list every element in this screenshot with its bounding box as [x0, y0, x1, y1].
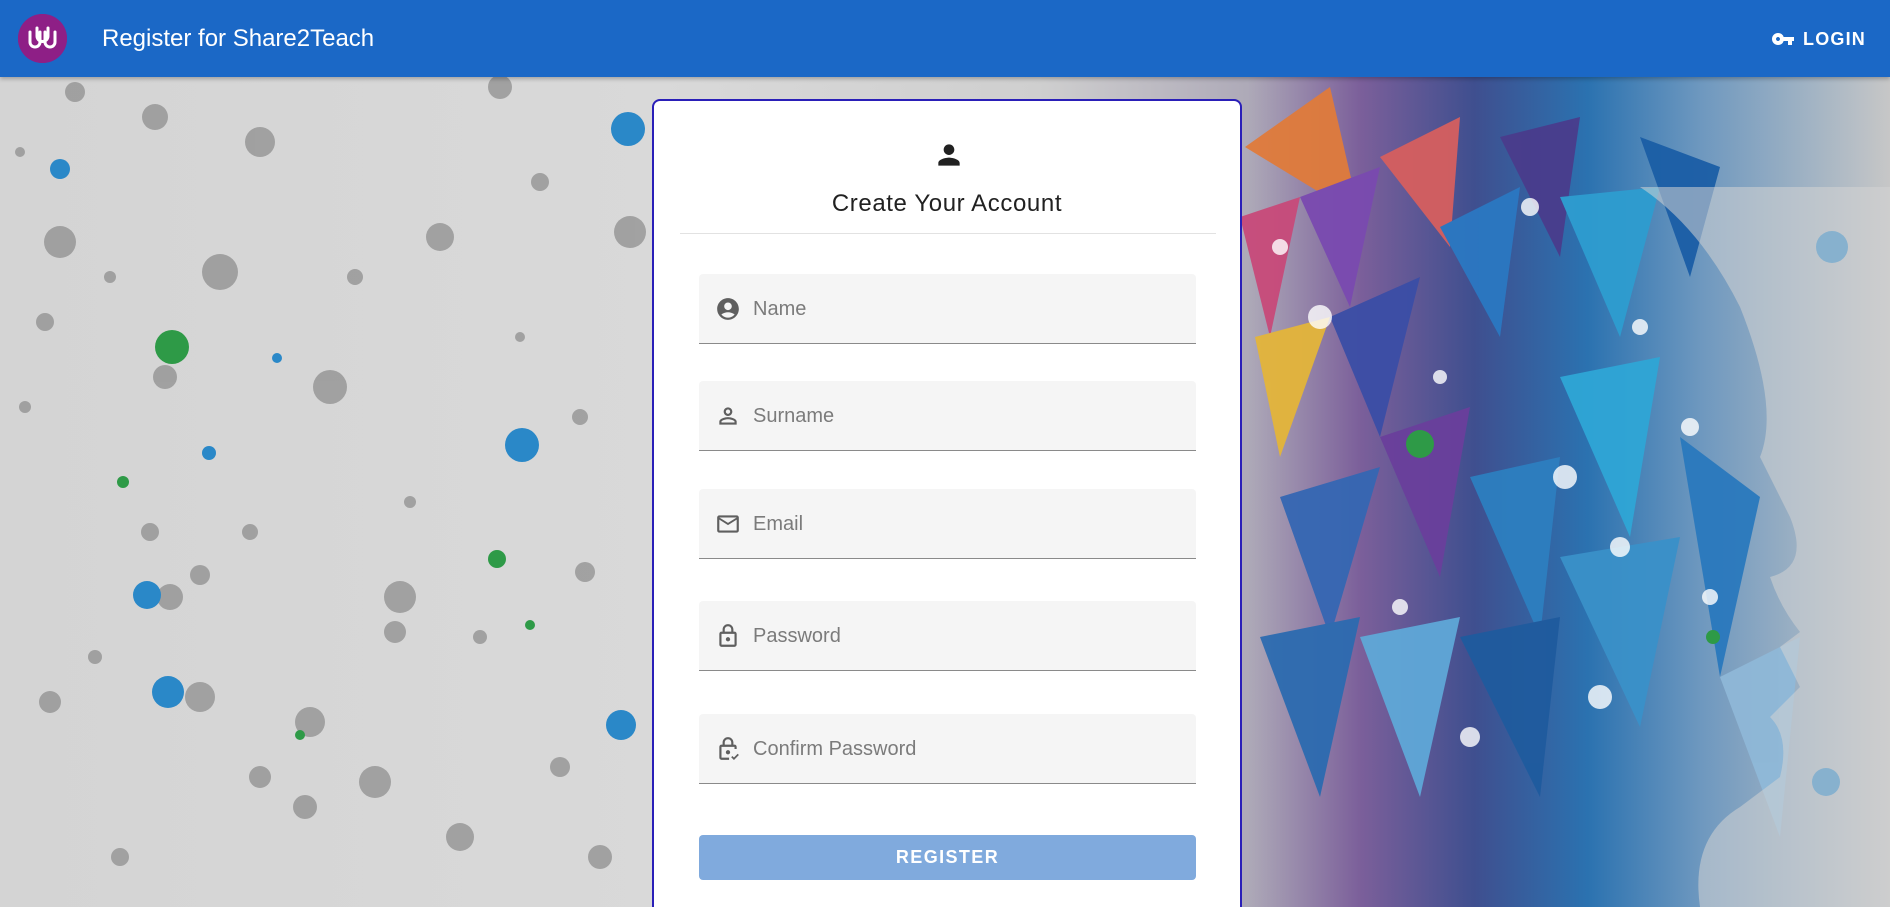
page-title: Register for Share2Teach: [102, 25, 375, 52]
mail-icon: [717, 515, 739, 533]
password-field[interactable]: [699, 601, 1196, 671]
person-outline-icon: [719, 407, 737, 425]
lock-check-icon: [719, 737, 739, 760]
email-field[interactable]: [699, 489, 1196, 559]
divider: [680, 233, 1216, 234]
account-circle-icon: [717, 298, 739, 320]
login-label: LOGIN: [1803, 28, 1866, 49]
share2teach-logo[interactable]: [18, 14, 67, 63]
name-input[interactable]: [751, 274, 1185, 344]
register-card: Create Your Account REGISTE: [652, 99, 1242, 907]
surname-input[interactable]: [751, 381, 1185, 451]
key-icon: [1772, 33, 1794, 45]
card-title: Create Your Account: [831, 190, 1063, 217]
confirm-password-input[interactable]: [751, 714, 1185, 784]
name-field[interactable]: [699, 274, 1196, 344]
confirm-password-field[interactable]: [699, 714, 1196, 784]
top-app-bar: Register for Share2Teach LOGIN: [0, 0, 1890, 77]
password-input[interactable]: [751, 601, 1185, 671]
person-icon: [938, 144, 960, 166]
register-button[interactable]: REGISTER: [699, 835, 1196, 880]
email-input[interactable]: [751, 489, 1185, 559]
logo-icon: [18, 14, 67, 63]
login-button[interactable]: LOGIN: [1763, 22, 1874, 56]
lock-icon: [719, 624, 737, 647]
surname-field[interactable]: [699, 381, 1196, 451]
